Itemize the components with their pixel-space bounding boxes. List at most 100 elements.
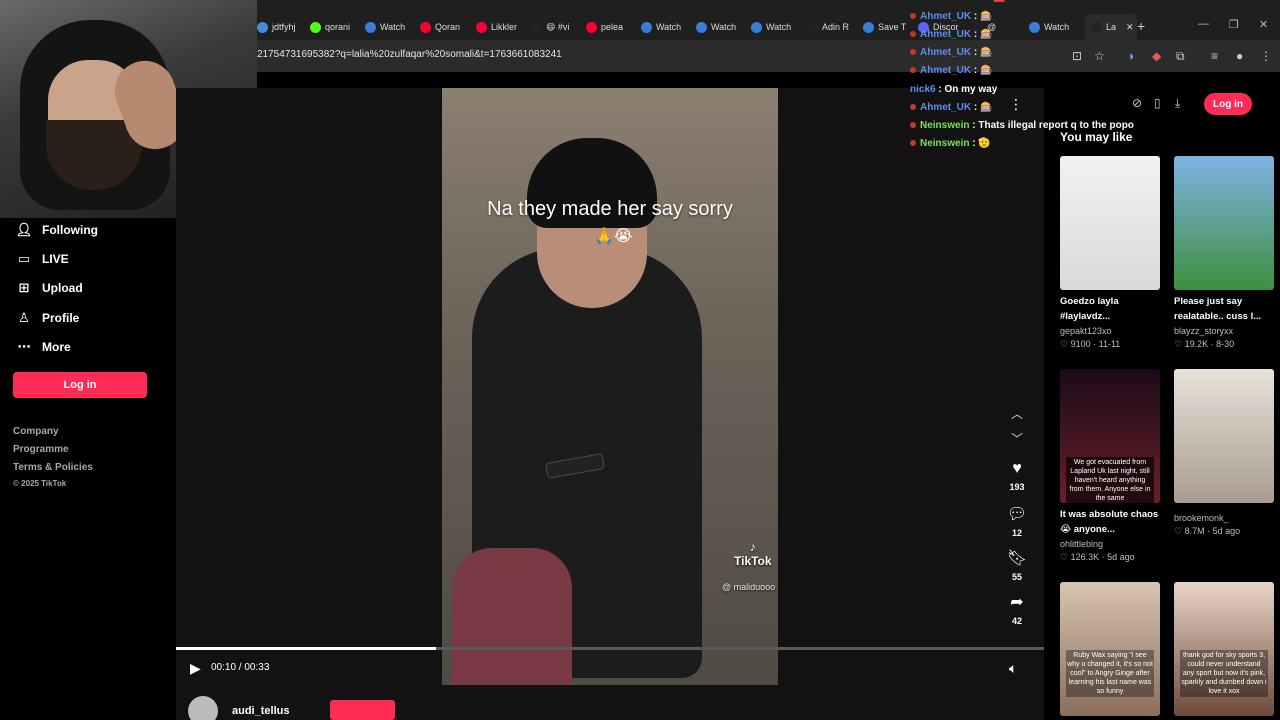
recommended-video-card[interactable]: Ruby Wax saying "i see why u changed it,… xyxy=(1060,582,1160,716)
browser-tab[interactable]: Likkler xyxy=(476,18,528,36)
profile-icon: ♙ xyxy=(18,310,30,325)
compass-icon[interactable]: ⊘ xyxy=(1132,96,1142,110)
recommended-video-card[interactable]: thank god for sky sports 3, could never … xyxy=(1174,582,1274,716)
tab-label: La xyxy=(1106,22,1117,32)
footer-link-company[interactable]: Company xyxy=(13,426,59,437)
install-app-icon[interactable]: ⊡ xyxy=(1072,49,1082,63)
video-person-leg xyxy=(452,548,572,685)
browser-tab[interactable]: Qoran xyxy=(420,18,472,36)
video-thumbnail[interactable] xyxy=(1174,369,1274,503)
card-caption[interactable]: Please just say realatable.. cuss l... xyxy=(1174,294,1274,324)
sidebar-item-upload[interactable]: ⊞ Upload xyxy=(16,280,83,296)
video-thumbnail[interactable] xyxy=(1060,156,1160,290)
chat-username: nick6 xyxy=(910,84,936,95)
video-thumbnail[interactable]: We got evacuated from Lapland Uk last ni… xyxy=(1060,369,1160,503)
card-like-count: 126.3K xyxy=(1070,552,1100,562)
recommended-video-card[interactable]: brookemonk_ ♡ 8.7M · 5d ago xyxy=(1174,369,1274,537)
video-thumbnail[interactable]: Ruby Wax saying "i see why u changed it,… xyxy=(1060,582,1160,716)
chat-message: Ahmet_UK : 🎰 xyxy=(910,102,992,113)
thumbnail-text: thank god for sky sports 3, could never … xyxy=(1180,650,1268,697)
next-video-icon[interactable]: ﹀ xyxy=(1011,430,1023,447)
card-username[interactable]: brookemonk_ xyxy=(1174,513,1274,523)
chat-separator: : xyxy=(971,102,981,113)
card-username[interactable]: blayzz_storyxx xyxy=(1174,326,1274,336)
sidebar-item-live[interactable]: ▭ LIVE xyxy=(16,251,69,267)
close-window-button[interactable]: ✕ xyxy=(1259,18,1268,31)
browser-tab[interactable]: Watch xyxy=(641,18,693,36)
browser-tab[interactable]: jdtfyhj xyxy=(257,18,309,36)
recommended-video-card[interactable]: We got evacuated from Lapland Uk last ni… xyxy=(1060,369,1160,563)
browser-tab[interactable]: Watch xyxy=(696,18,748,36)
extension-icon[interactable]: ◗ xyxy=(1128,49,1135,63)
card-caption[interactable]: It was absolute chaos 😭 anyone... xyxy=(1060,507,1160,537)
thumbnail-text: Ruby Wax saying "i see why u changed it,… xyxy=(1066,650,1154,697)
chat-message: Ahmet_UK : 🎰 xyxy=(910,47,992,58)
card-date: 5d ago xyxy=(1212,526,1241,536)
like-action[interactable]: ♥ 193 xyxy=(1005,460,1029,492)
volume-icon[interactable]: 🔈︎ xyxy=(1009,660,1017,677)
sidebar-item-more[interactable]: ⋯ More xyxy=(16,339,71,355)
card-caption[interactable]: Goedzo layla #laylavdz... xyxy=(1060,294,1160,324)
tab-favicon-icon xyxy=(586,21,597,33)
browser-menu-icon[interactable]: ⋮ xyxy=(1260,49,1272,63)
tab-favicon-icon xyxy=(531,21,542,33)
author-name[interactable]: audi_tellus xyxy=(232,705,289,717)
tab-search-icon[interactable]: ≡ xyxy=(1211,49,1218,63)
sidebar-login-button[interactable]: Log in xyxy=(13,372,147,398)
download-icon[interactable]: ⤓ xyxy=(1175,96,1180,111)
url-text[interactable]: 21754731695382?q=lalia%20zulfaqar%20soma… xyxy=(257,49,562,60)
close-tab-icon[interactable]: ✕ xyxy=(1126,22,1134,33)
previous-video-icon[interactable]: ︿ xyxy=(1011,405,1023,422)
play-icon[interactable]: ▶ xyxy=(190,660,201,677)
video-author[interactable]: audi_tellus xyxy=(188,696,289,720)
chat-message: Neinswein : 🫡 xyxy=(910,138,991,149)
live-icon: ▭ xyxy=(17,251,31,266)
video-caption: Na they made her say sorry xyxy=(487,198,733,220)
browser-tab[interactable]: pelea xyxy=(586,18,638,36)
browser-tab[interactable]: Save T xyxy=(863,18,915,36)
more-icon: ⋯ xyxy=(17,339,31,354)
video-progress-bar[interactable] xyxy=(176,647,1044,650)
comment-action[interactable]: 💬︎ 12 xyxy=(1005,504,1029,538)
browser-tab[interactable]: Watch xyxy=(751,18,803,36)
more-options-icon[interactable]: ⋮ xyxy=(1009,96,1023,113)
video-thumbnail[interactable] xyxy=(1174,156,1274,290)
maximize-button[interactable]: ❐ xyxy=(1229,18,1239,31)
meta-separator: · xyxy=(1090,339,1099,349)
chat-username: Ahmet_UK xyxy=(920,47,972,58)
recommended-video-card[interactable]: Please just say realatable.. cuss l... bl… xyxy=(1174,156,1274,350)
video-frame[interactable]: Na they made her say sorry 🙏😭 ♪ TikTok @ … xyxy=(442,88,778,685)
save-action[interactable]: 🔖︎ 55 xyxy=(1005,548,1029,582)
mobile-icon[interactable]: ▯ xyxy=(1154,96,1161,110)
header-login-button[interactable]: Log in xyxy=(1204,93,1252,115)
chat-username: Ahmet_UK xyxy=(920,29,972,40)
chat-username: Neinswein xyxy=(920,120,970,131)
minimize-button[interactable]: — xyxy=(1198,18,1209,30)
new-tab-button[interactable]: + xyxy=(1137,18,1145,34)
tab-favicon-icon xyxy=(310,21,321,33)
browser-tab[interactable]: 😄 #vi xyxy=(531,18,583,36)
extension-icon[interactable]: ◆ xyxy=(1152,49,1161,63)
extensions-puzzle-icon[interactable]: ⧉ xyxy=(1176,49,1185,64)
sidebar-item-profile[interactable]: ♙ Profile xyxy=(16,310,79,326)
follow-button[interactable] xyxy=(330,700,395,720)
profile-avatar-icon[interactable]: ● xyxy=(1236,49,1243,63)
share-icon: ➦ xyxy=(1010,594,1024,611)
chat-emote: 🎰 xyxy=(980,29,993,40)
browser-tab[interactable]: Watch xyxy=(365,18,417,36)
footer-link-terms[interactable]: Terms & Policies xyxy=(13,462,93,473)
recommended-video-card[interactable]: Goedzo layla #laylavdz... gepakt123xo ♡ 91… xyxy=(1060,156,1160,350)
sidebar-item-following[interactable]: 👤︎ Following xyxy=(16,222,98,238)
footer-link-programme[interactable]: Programme xyxy=(13,444,69,455)
bookmark-star-icon[interactable]: ☆ xyxy=(1094,49,1105,63)
card-username[interactable]: gepakt123xo xyxy=(1060,326,1160,336)
browser-tab[interactable]: Adin R xyxy=(807,18,859,36)
like-count: 193 xyxy=(1009,482,1025,492)
browser-tab[interactable]: qorani xyxy=(310,18,362,36)
author-avatar[interactable] xyxy=(188,696,218,720)
browser-tab[interactable]: La ✕ xyxy=(1085,14,1137,40)
browser-tab[interactable]: Watch xyxy=(1029,18,1081,36)
video-thumbnail[interactable]: thank god for sky sports 3, could never … xyxy=(1174,582,1274,716)
card-username[interactable]: ohlittlebing xyxy=(1060,539,1160,549)
share-action[interactable]: ➦ 42 xyxy=(1005,592,1029,626)
